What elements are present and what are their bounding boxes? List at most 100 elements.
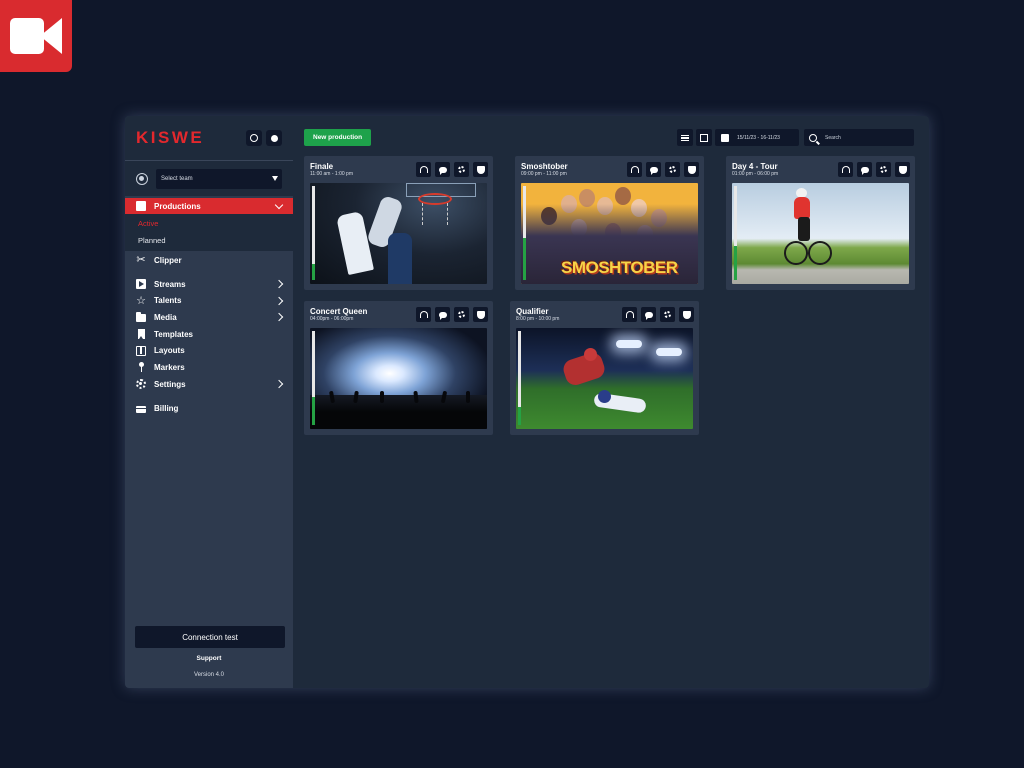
sidebar-item-billing[interactable]: Billing	[125, 401, 293, 418]
sidebar-item-label: Streams	[154, 279, 186, 289]
gear-icon	[458, 311, 465, 318]
chat-button[interactable]	[641, 307, 656, 322]
new-production-button[interactable]: New production	[304, 129, 372, 146]
connection-test-button[interactable]: Connection test	[135, 626, 285, 648]
thumbnail-title-text: SMOSHTOBER	[561, 258, 678, 277]
chat-icon	[438, 311, 447, 320]
sidebar-item-media[interactable]: Media	[125, 309, 293, 326]
submenu-item-planned[interactable]: Planned	[125, 232, 293, 249]
production-time: 04:00pm - 06:00pm	[310, 316, 354, 322]
search-icon	[809, 133, 817, 142]
chat-button[interactable]	[435, 307, 450, 322]
grid-icon	[700, 133, 708, 142]
audio-button[interactable]	[627, 162, 642, 177]
sidebar-item-layouts[interactable]: Layouts	[125, 342, 293, 359]
card-actions	[838, 162, 910, 177]
chevron-right-icon	[274, 279, 284, 289]
audio-level-fill	[518, 407, 521, 425]
gear-icon	[458, 166, 465, 173]
production-title: Concert Queen	[310, 307, 368, 316]
production-thumbnail[interactable]	[732, 183, 909, 284]
production-thumbnail[interactable]	[310, 328, 487, 429]
productions-submenu: Active Planned	[125, 214, 293, 251]
sidebar-item-label: Talents	[154, 296, 182, 306]
video-camera-icon	[10, 18, 44, 54]
sidebar-item-markers[interactable]: Markers	[125, 359, 293, 376]
shield-button[interactable]	[895, 162, 910, 177]
card-settings-button[interactable]	[660, 307, 675, 322]
production-thumbnail[interactable]	[310, 183, 487, 284]
list-view-button[interactable]	[677, 129, 693, 146]
chat-button[interactable]	[435, 162, 450, 177]
card-settings-button[interactable]	[454, 162, 469, 177]
shield-button[interactable]	[679, 307, 694, 322]
team-select[interactable]: Select team	[156, 168, 282, 189]
gear-icon	[136, 379, 146, 390]
sidebar-item-clipper[interactable]: ✂ Clipper	[125, 252, 293, 269]
chat-icon	[649, 166, 658, 175]
production-card-day-4-tour[interactable]: Day 4 - Tour 01:00 pm - 06:00 pm	[726, 156, 915, 290]
shield-button[interactable]	[473, 307, 488, 322]
headphones-icon	[625, 311, 634, 318]
chevron-right-icon	[274, 313, 284, 322]
card-settings-button[interactable]	[454, 307, 469, 322]
card-settings-button[interactable]	[876, 162, 891, 177]
production-card-qualifier[interactable]: Qualifier 8:00 pm - 10:00 pm	[510, 301, 699, 435]
sidebar-item-label: Markers	[154, 362, 185, 372]
sidebar-item-settings[interactable]: Settings	[125, 376, 293, 393]
shield-icon	[898, 165, 907, 174]
production-title: Qualifier	[516, 307, 549, 316]
headphones-icon	[841, 166, 850, 173]
date-range-picker[interactable]: 15/11/23 - 16-11/23	[715, 129, 799, 146]
chat-button[interactable]	[857, 162, 872, 177]
chat-icon	[644, 311, 653, 320]
chevron-down-icon	[274, 200, 284, 209]
bookmark-icon	[137, 329, 145, 340]
audio-level-meter	[312, 331, 315, 425]
sidebar-item-label: Productions	[154, 201, 201, 211]
date-range-label: 15/11/23 - 16-11/23	[737, 134, 780, 141]
sidebar-item-talents[interactable]: ☆ Talents	[125, 292, 293, 309]
audio-level-fill	[734, 246, 737, 280]
folder-icon	[136, 311, 146, 322]
support-link[interactable]: Support	[125, 655, 293, 662]
audio-level-meter	[734, 186, 737, 280]
production-time: 01:00 pm - 06:00 pm	[732, 171, 779, 177]
sidebar-item-label: Settings	[154, 379, 186, 389]
sidebar-item-label: Media	[154, 312, 177, 322]
submenu-item-active[interactable]: Active	[125, 215, 293, 232]
production-card-smoshtober[interactable]: Smoshtober 09:00 pm - 11:00 pm SMOSHTOBE…	[515, 156, 704, 290]
audio-button[interactable]	[622, 307, 637, 322]
sidebar-item-templates[interactable]: Templates	[125, 326, 293, 343]
gear-icon	[669, 166, 676, 173]
chat-icon	[860, 166, 869, 175]
sidebar-item-streams[interactable]: Streams	[125, 276, 293, 293]
grid-view-button[interactable]	[696, 129, 712, 146]
shield-button[interactable]	[684, 162, 699, 177]
card-actions	[627, 162, 699, 177]
sidebar-item-productions[interactable]: Productions	[125, 198, 293, 214]
chat-button[interactable]	[646, 162, 661, 177]
profile-button[interactable]	[246, 130, 262, 146]
audio-button[interactable]	[416, 162, 431, 177]
chevron-right-icon	[274, 379, 284, 389]
search-input[interactable]: Search	[804, 129, 914, 146]
gear-icon	[880, 166, 887, 173]
production-thumbnail[interactable]	[516, 328, 693, 429]
audio-button[interactable]	[838, 162, 853, 177]
settings-button[interactable]	[266, 130, 282, 146]
production-time: 09:00 pm - 11:00 pm	[521, 171, 567, 177]
gear-icon	[664, 311, 671, 318]
card-actions	[416, 307, 488, 322]
card-actions	[622, 307, 694, 322]
shield-button[interactable]	[473, 162, 488, 177]
shield-icon	[687, 165, 696, 174]
audio-level-meter	[312, 186, 315, 280]
search-placeholder: Search	[825, 134, 841, 141]
production-card-concert-queen[interactable]: Concert Queen 04:00pm - 06:00pm	[304, 301, 493, 435]
production-card-finale[interactable]: Finale 11:00 am - 1:00 pm	[304, 156, 493, 290]
card-settings-button[interactable]	[665, 162, 680, 177]
scissors-icon: ✂	[136, 254, 146, 267]
production-thumbnail[interactable]: SMOSHTOBER	[521, 183, 698, 284]
audio-button[interactable]	[416, 307, 431, 322]
